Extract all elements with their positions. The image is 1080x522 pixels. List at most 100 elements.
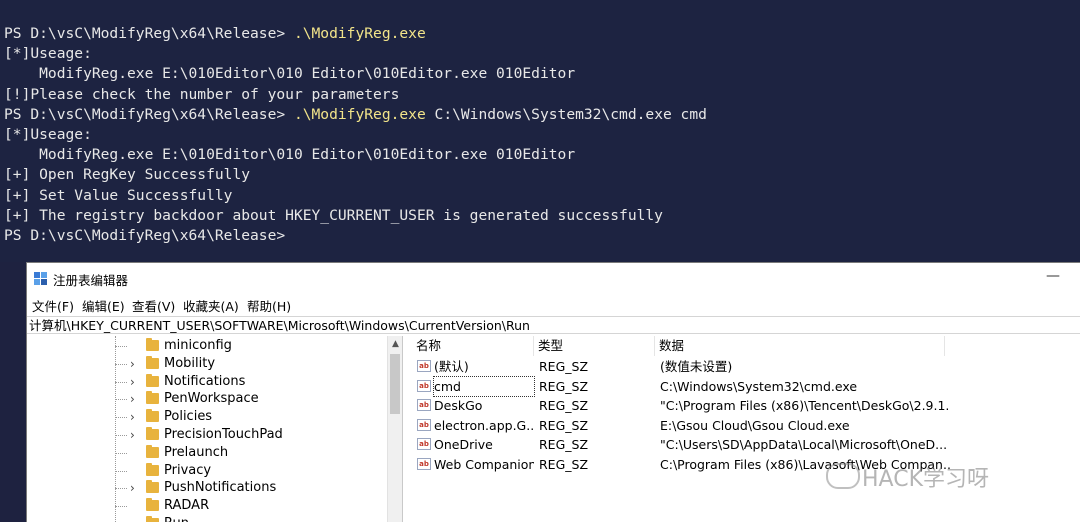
- terminal-command: .\ModifyReg.exe: [293, 25, 426, 42]
- folder-icon: [146, 462, 159, 476]
- chevron-right-icon[interactable]: ›: [130, 479, 140, 497]
- tree-item-label: PenWorkspace: [164, 391, 259, 407]
- column-data[interactable]: 数据: [655, 336, 945, 356]
- tree-item-label: PushNotifications: [164, 480, 277, 496]
- folder-icon: [146, 391, 159, 405]
- tree-branch-line: [115, 381, 127, 383]
- wechat-icon: [826, 463, 860, 489]
- value-name: (默认): [434, 359, 469, 374]
- tree-scrollbar[interactable]: ▲: [387, 336, 402, 522]
- tree-item[interactable]: RADAR: [27, 497, 387, 515]
- tree-branch-line: [115, 506, 127, 508]
- address-bar[interactable]: 计算机\HKEY_CURRENT_USER\SOFTWARE\Microsoft…: [27, 316, 1080, 334]
- tree-branch-line: [115, 363, 127, 365]
- values-pane: 名称 类型 数据 ab (默认) REG_SZ (数值未设置) ab cmd REG_SZ C…: [412, 336, 1080, 522]
- terminal-line: [+] The registry backdoor about HKEY_CUR…: [4, 206, 663, 224]
- tree-item-label: PrecisionTouchPad: [164, 427, 283, 442]
- string-value-icon: ab: [417, 457, 431, 470]
- tree-item[interactable]: miniconfig: [27, 337, 387, 355]
- tree-item[interactable]: › Policies: [27, 408, 387, 426]
- value-row[interactable]: ab OneDrive REG_SZ "C:\Users\SD\AppData\Loc…: [412, 435, 1080, 455]
- folder-icon: [146, 409, 159, 423]
- tree-item[interactable]: Privacy: [27, 462, 387, 480]
- column-name[interactable]: 名称: [412, 336, 534, 356]
- chevron-right-icon[interactable]: ›: [130, 355, 140, 373]
- terminal-line: [+] Set Value Successfully: [4, 186, 233, 204]
- regedit-app-icon: [34, 272, 47, 285]
- tree-item-label: Privacy: [164, 462, 212, 478]
- value-row[interactable]: ab cmd REG_SZ C:\Windows\System32\cmd.exe: [412, 375, 1080, 397]
- terminal-line: PS D:\vsC\ModifyReg\x64\Release> .\Modif…: [4, 24, 426, 44]
- watermark: HACK学习呀: [826, 461, 989, 492]
- tree-item[interactable]: Prelaunch: [27, 444, 387, 462]
- powershell-terminal[interactable]: PS D:\vsC\ModifyReg\x64\Release> .\Modif…: [0, 0, 1080, 262]
- tree-item[interactable]: › PrecisionTouchPad: [27, 426, 387, 444]
- tree-item[interactable]: › Notifications: [27, 373, 387, 391]
- folder-icon: [146, 427, 159, 440]
- tree-branch-line: [115, 488, 127, 490]
- menu-favorites[interactable]: 收藏夹(A): [183, 296, 239, 315]
- window-title: 注册表编辑器: [53, 273, 129, 288]
- terminal-prompt: PS D:\vsC\ModifyReg\x64\Release>: [4, 25, 294, 42]
- scroll-up-arrow-icon[interactable]: ▲: [388, 336, 402, 352]
- value-name: electron.app.G...: [434, 417, 534, 433]
- value-name: OneDrive: [434, 437, 493, 452]
- tree-item-label: miniconfig: [164, 338, 232, 353]
- folder-icon: [146, 444, 159, 458]
- tree-item-label: Mobility: [164, 355, 216, 371]
- terminal-line: PS D:\vsC\ModifyReg\x64\Release>: [4, 226, 285, 246]
- tree-branch-line: [115, 470, 127, 472]
- chevron-right-icon[interactable]: ›: [130, 390, 140, 408]
- tree-branch-line: [115, 417, 127, 419]
- chevron-right-icon[interactable]: ›: [130, 426, 140, 444]
- terminal-line: [*]Useage:: [4, 126, 92, 143]
- tree-branch-line: [115, 435, 127, 436]
- terminal-args: C:\Windows\System32\cmd.exe cmd: [425, 105, 707, 123]
- tree-branch-line: [115, 452, 127, 454]
- menu-view[interactable]: 查看(V): [132, 296, 175, 315]
- value-type: REG_SZ: [539, 437, 589, 452]
- value-data: C:\Windows\System32\cmd.exe: [660, 378, 858, 394]
- terminal-line: ModifyReg.exe E:\010Editor\010 Editor\01…: [4, 65, 576, 83]
- terminal-prompt: PS D:\vsC\ModifyReg\x64\Release>: [4, 105, 294, 123]
- tree-item-label: Notifications: [164, 373, 246, 389]
- folder-icon: [146, 516, 159, 522]
- tree-item[interactable]: › PushNotifications: [27, 479, 387, 497]
- value-type: REG_SZ: [539, 359, 589, 374]
- folder-icon: [146, 480, 159, 494]
- chevron-right-icon[interactable]: ›: [130, 373, 140, 391]
- tree-item[interactable]: › PenWorkspace: [27, 390, 387, 408]
- tree-item-label: RADAR: [164, 498, 210, 514]
- terminal-line: [!]Please check the number of your param…: [4, 85, 400, 103]
- tree-branch-line: [115, 399, 127, 401]
- value-data: (数值未设置): [660, 359, 733, 374]
- folder-icon: [146, 338, 159, 351]
- value-name: Web Companion: [434, 456, 534, 472]
- value-row[interactable]: ab electron.app.G... REG_SZ E:\Gsou Cloud\G…: [412, 416, 1080, 436]
- value-row[interactable]: ab DeskGo REG_SZ "C:\Program Files (x86)\Te…: [412, 396, 1080, 416]
- minimize-button[interactable]: —: [1041, 267, 1065, 287]
- string-value-icon: ab: [417, 360, 431, 372]
- title-bar[interactable]: 注册表编辑器 —: [27, 263, 1080, 293]
- tree-item-label: Prelaunch: [164, 444, 229, 460]
- value-type: REG_SZ: [539, 398, 589, 413]
- terminal-line: [*]Useage:: [4, 45, 92, 63]
- value-data: "C:\Users\SD\AppData\Local\Microsoft\One…: [660, 437, 948, 452]
- key-tree-pane: ▲ miniconfig › Mobility › Notifications › PenW…: [27, 336, 403, 522]
- menu-edit[interactable]: 编辑(E): [82, 296, 125, 315]
- chevron-right-icon[interactable]: ›: [130, 408, 140, 426]
- scroll-thumb[interactable]: [390, 354, 400, 414]
- value-data: "C:\Program Files (x86)\Tencent\DeskGo\2…: [660, 398, 950, 413]
- menu-file[interactable]: 文件(F): [32, 296, 74, 315]
- value-row[interactable]: ab (默认) REG_SZ (数值未设置): [412, 357, 1080, 377]
- menu-bar: 文件(F) 编辑(E) 查看(V) 收藏夹(A) 帮助(H): [27, 293, 1080, 315]
- string-value-icon: ab: [417, 399, 431, 411]
- value-type: REG_SZ: [539, 378, 589, 394]
- tree-item[interactable]: › Mobility: [27, 355, 387, 373]
- watermark-text: HACK学习呀: [862, 467, 989, 492]
- menu-help[interactable]: 帮助(H): [247, 296, 291, 315]
- terminal-line: [+] Open RegKey Successfully: [4, 166, 251, 184]
- string-value-icon: ab: [417, 438, 431, 450]
- tree-branch-line: [115, 346, 127, 347]
- column-type[interactable]: 类型: [534, 336, 655, 356]
